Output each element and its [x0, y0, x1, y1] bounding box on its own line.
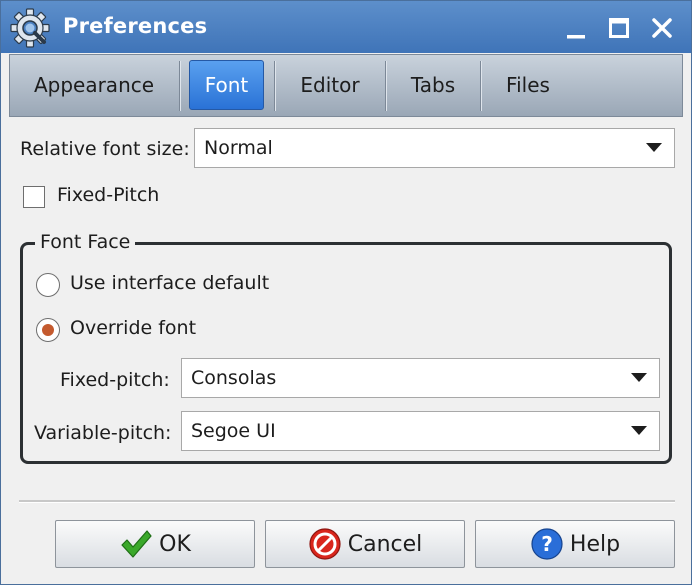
variable-pitch-font-label: Variable-pitch:	[34, 422, 172, 444]
help-button[interactable]: ? Help	[475, 520, 675, 568]
fixed-pitch-checkbox[interactable]	[23, 186, 45, 208]
tab-label: Files	[506, 73, 550, 97]
tab-label: Appearance	[33, 73, 155, 97]
fixed-pitch-font-dropdown[interactable]: Consolas	[181, 358, 660, 398]
close-icon	[652, 18, 672, 38]
cancel-icon	[309, 528, 341, 560]
title-bar[interactable]: Preferences	[1, 1, 691, 53]
relative-font-size-label: Relative font size:	[20, 138, 190, 160]
minimize-button[interactable]	[559, 11, 593, 45]
tab-label: Tabs	[410, 73, 456, 97]
cancel-button-label: Cancel	[347, 531, 423, 557]
tab-editor[interactable]: Editor	[282, 60, 378, 110]
preferences-window: Preferences Appearance Font Editor Tabs …	[0, 0, 692, 585]
cancel-button[interactable]: Cancel	[265, 520, 465, 568]
tab-label: Editor	[300, 73, 360, 97]
override-font-radio[interactable]	[36, 318, 60, 342]
chevron-down-icon	[631, 426, 647, 435]
tab-separator	[385, 61, 386, 111]
chevron-down-icon	[646, 143, 662, 152]
tab-font[interactable]: Font	[189, 60, 264, 110]
svg-text:?: ?	[541, 532, 553, 556]
preferences-gear-icon	[10, 8, 50, 48]
fixed-pitch-font-label: Fixed-pitch:	[60, 369, 170, 391]
window-title: Preferences	[63, 14, 208, 38]
relative-font-size-dropdown[interactable]: Normal	[194, 128, 675, 168]
separator	[19, 500, 675, 503]
fixed-pitch-checkbox-label[interactable]: Fixed-Pitch	[57, 184, 159, 206]
override-font-label[interactable]: Override font	[70, 317, 196, 339]
maximize-icon	[609, 18, 629, 38]
ok-button-label: OK	[159, 531, 191, 557]
tab-separator	[480, 61, 481, 111]
tab-appearance[interactable]: Appearance	[20, 60, 168, 110]
dropdown-value: Normal	[204, 137, 273, 159]
chevron-down-icon	[631, 373, 647, 382]
dropdown-value: Segoe UI	[191, 420, 276, 442]
tab-strip: Appearance Font Editor Tabs Files	[9, 54, 683, 117]
tab-separator	[179, 61, 180, 111]
use-interface-default-label[interactable]: Use interface default	[70, 272, 269, 294]
maximize-button[interactable]	[602, 11, 636, 45]
tab-separator	[274, 61, 275, 111]
tab-tabs[interactable]: Tabs	[389, 60, 477, 110]
tab-files[interactable]: Files	[484, 60, 572, 110]
close-button[interactable]	[645, 11, 679, 45]
use-interface-default-radio[interactable]	[36, 273, 60, 297]
font-face-group-title: Font Face	[35, 231, 136, 253]
minimize-icon	[567, 35, 585, 39]
checkmark-icon	[121, 530, 152, 558]
help-icon: ?	[531, 528, 563, 560]
help-button-label: Help	[569, 531, 621, 557]
dropdown-value: Consolas	[191, 367, 277, 389]
tab-label: Font	[204, 73, 249, 97]
ok-button[interactable]: OK	[55, 520, 255, 568]
variable-pitch-font-dropdown[interactable]: Segoe UI	[181, 411, 660, 451]
